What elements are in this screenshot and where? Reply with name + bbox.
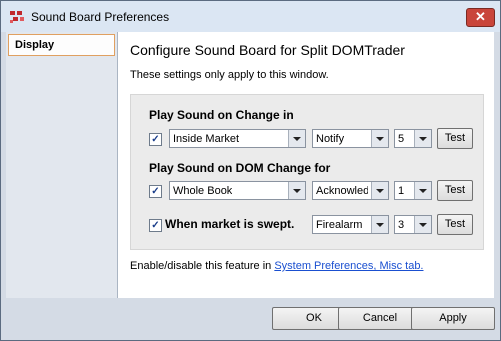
chevron-down-icon[interactable] (371, 182, 388, 199)
swept-repeat-select[interactable]: 3 (394, 215, 432, 234)
test-dom-sound-button[interactable]: Test (437, 180, 473, 201)
chevron-down-icon[interactable] (414, 216, 431, 233)
feature-toggle-note: Enable/disable this feature in System Pr… (130, 260, 424, 272)
change-sound-select[interactable]: Notify (312, 129, 389, 148)
chevron-down-icon[interactable] (414, 182, 431, 199)
change-repeat-value: 5 (398, 133, 405, 145)
test-change-sound-button[interactable]: Test (437, 128, 473, 149)
market-select-value: Inside Market (173, 133, 240, 145)
swept-sound-value: Firealarm (316, 219, 363, 231)
apply-button[interactable]: Apply (411, 307, 495, 330)
page-title: Configure Sound Board for Split DOMTrade… (130, 42, 405, 58)
chevron-down-icon[interactable] (288, 130, 305, 147)
dom-repeat-select[interactable]: 1 (394, 181, 432, 200)
swept-sound-select[interactable]: Firealarm (312, 215, 389, 234)
chevron-down-icon[interactable] (414, 130, 431, 147)
cancel-button[interactable]: Cancel (338, 307, 422, 330)
sidebar: Display (6, 32, 118, 298)
change-in-checkbox[interactable]: ✓ (149, 133, 162, 146)
dialog-button-bar: OK Cancel Apply (1, 298, 500, 340)
close-button[interactable]: ✕ (466, 8, 495, 27)
feature-toggle-text: Enable/disable this feature in (130, 260, 275, 272)
settings-content: Configure Sound Board for Split DOMTrade… (118, 32, 494, 298)
sidebar-item-label: Display (15, 39, 55, 51)
test-swept-sound-button[interactable]: Test (437, 214, 473, 235)
change-in-label: Play Sound on Change in (149, 108, 294, 122)
settings-scope-note: These settings only apply to this window… (130, 69, 329, 81)
market-swept-label: When market is swept. (165, 217, 295, 231)
chevron-down-icon[interactable] (371, 130, 388, 147)
title-bar[interactable]: Sound Board Preferences ✕ (1, 1, 500, 32)
chevron-down-icon[interactable] (371, 216, 388, 233)
dom-repeat-value: 1 (398, 185, 405, 197)
sound-board-app-icon (10, 11, 24, 23)
chevron-down-icon[interactable] (288, 182, 305, 199)
change-repeat-select[interactable]: 5 (394, 129, 432, 148)
system-preferences-link[interactable]: System Preferences, Misc tab. (274, 260, 423, 272)
checkmark-icon: ✓ (151, 134, 160, 145)
window-title: Sound Board Preferences (31, 10, 170, 24)
checkmark-icon: ✓ (151, 186, 160, 197)
close-icon: ✕ (475, 9, 486, 24)
book-select[interactable]: Whole Book (169, 181, 306, 200)
preferences-window: Sound Board Preferences ✕ Display Config… (0, 0, 501, 341)
dom-sound-select[interactable]: Acknowledge (312, 181, 389, 200)
swept-repeat-value: 3 (398, 219, 405, 231)
change-sound-value: Notify (316, 133, 345, 145)
dom-change-checkbox[interactable]: ✓ (149, 185, 162, 198)
book-select-value: Whole Book (173, 185, 233, 197)
sound-settings-panel: Play Sound on Change in ✓ Inside Market … (130, 94, 484, 250)
market-select[interactable]: Inside Market (169, 129, 306, 148)
dom-sound-value: Acknowledge (316, 185, 368, 197)
market-swept-checkbox[interactable]: ✓ (149, 219, 162, 232)
dom-change-label: Play Sound on DOM Change for (149, 161, 331, 175)
sidebar-item-display[interactable]: Display (8, 34, 115, 56)
checkmark-icon: ✓ (151, 220, 160, 231)
